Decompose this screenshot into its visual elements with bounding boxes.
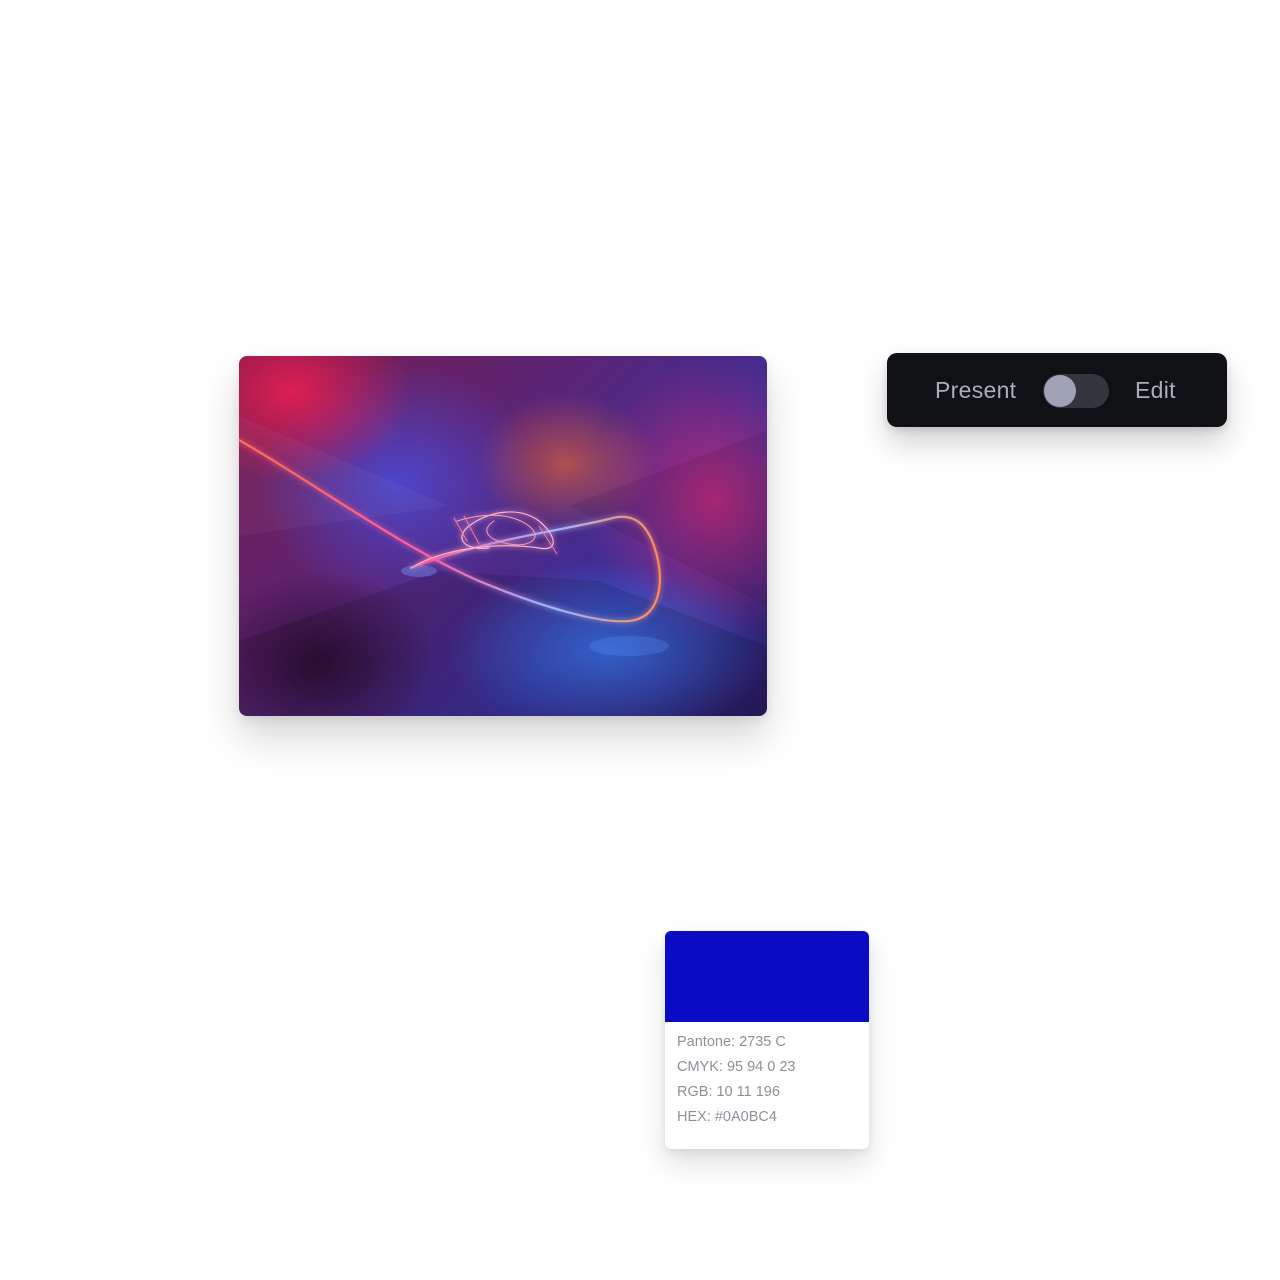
canvas: Present Edit Pantone: 2735 C CMYK: 95 94… [0,0,1280,1280]
neon-image[interactable] [239,356,767,716]
color-swatch-card: Pantone: 2735 C CMYK: 95 94 0 23 RGB: 10… [665,931,869,1149]
hex-value: HEX: #0A0BC4 [677,1109,777,1125]
pantone-value: Pantone: 2735 C [677,1034,786,1050]
mode-toggle[interactable] [1043,374,1109,408]
cmyk-value: CMYK: 95 94 0 23 [677,1059,796,1075]
rgb-value: RGB: 10 11 196 [677,1084,780,1100]
neon-light-illustration [239,416,767,716]
present-edit-switch-bar: Present Edit [887,353,1227,427]
present-label[interactable]: Present [935,375,1016,405]
edit-label[interactable]: Edit [1135,375,1176,405]
swatch-info: Pantone: 2735 C CMYK: 95 94 0 23 RGB: 10… [665,1022,869,1130]
color-swatch [665,931,869,1022]
toggle-knob[interactable] [1044,375,1076,407]
